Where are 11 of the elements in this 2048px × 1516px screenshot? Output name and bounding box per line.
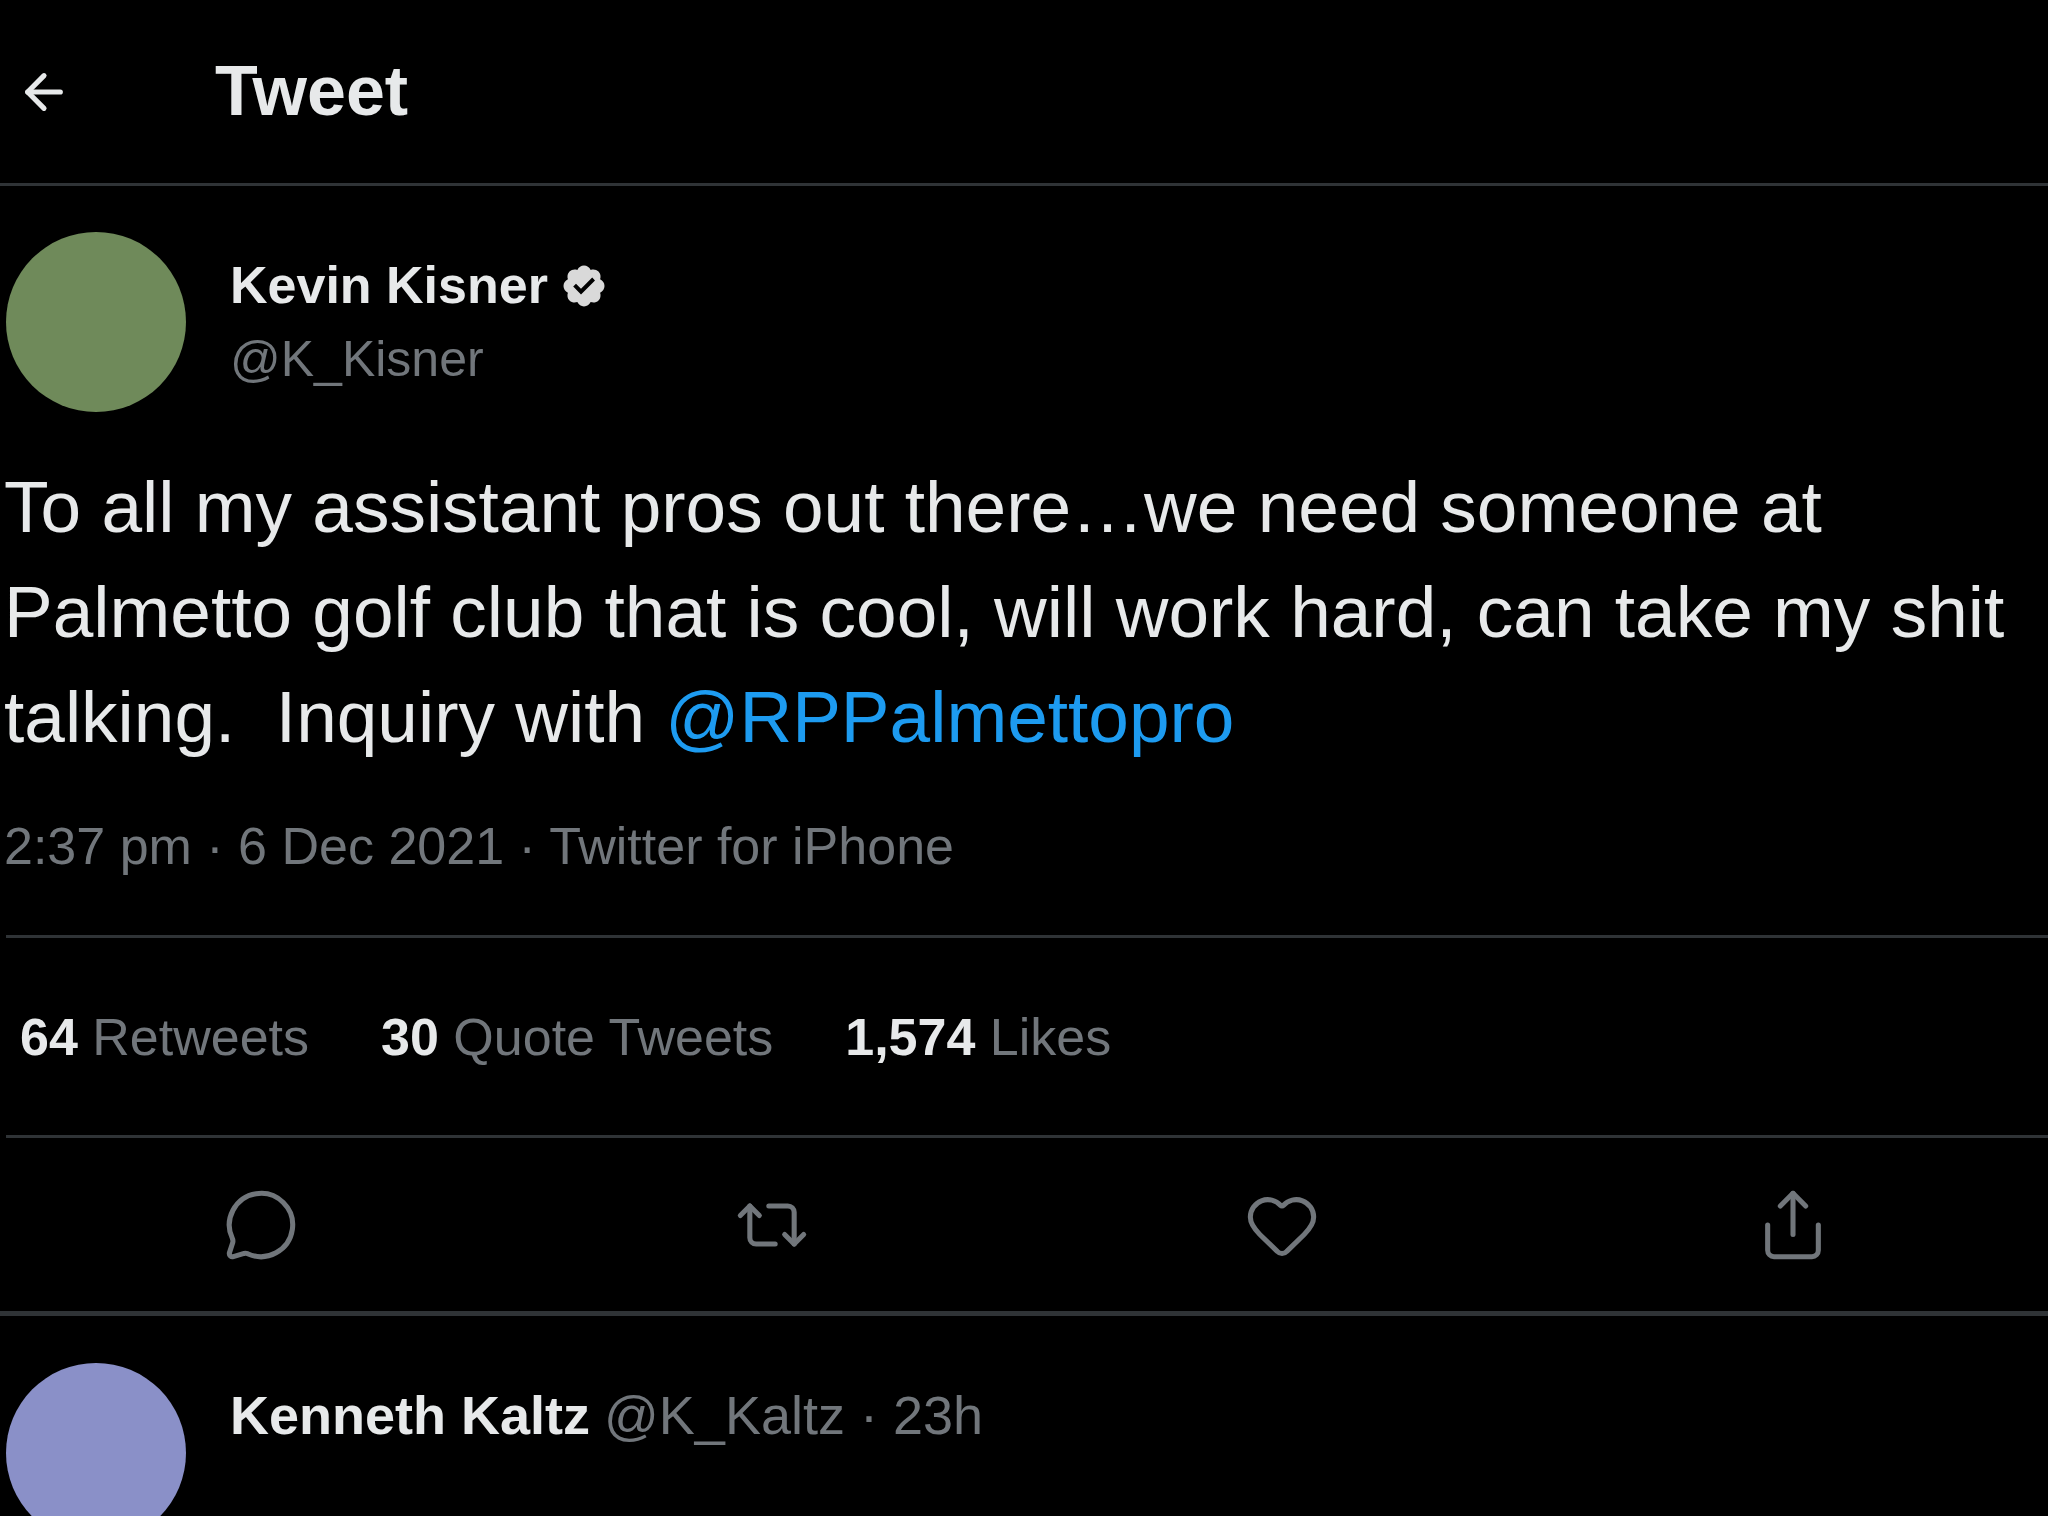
tweet-text: To all my assistant pros out there…we need someone at Palmetto golf club that is cool, will work hard, can take my shit talking. Inquiry with @RPPalmettopro <box>3 465 2006 759</box>
page-title: Tweet <box>215 51 409 132</box>
mention-link[interactable]: @RPPalmettopro <box>665 676 1235 757</box>
author-name: Kevin Kisner <box>230 255 548 317</box>
reply-meta: @K_Kaltz · 23h <box>604 1384 984 1447</box>
stat-count[interactable]: 30 Quote Tweets <box>381 997 774 1076</box>
stat-count[interactable]: 1,574 Likes <box>845 997 1112 1076</box>
author-handle: @K_Kisner <box>230 330 485 390</box>
reply-author-name: Kenneth Kaltz <box>230 1384 591 1447</box>
stat-count[interactable]: 64 Retweets <box>20 997 310 1076</box>
tweet-timestamp: 2:37 pm · 6 Dec 2021 · Twitter for iPhone <box>3 816 954 877</box>
